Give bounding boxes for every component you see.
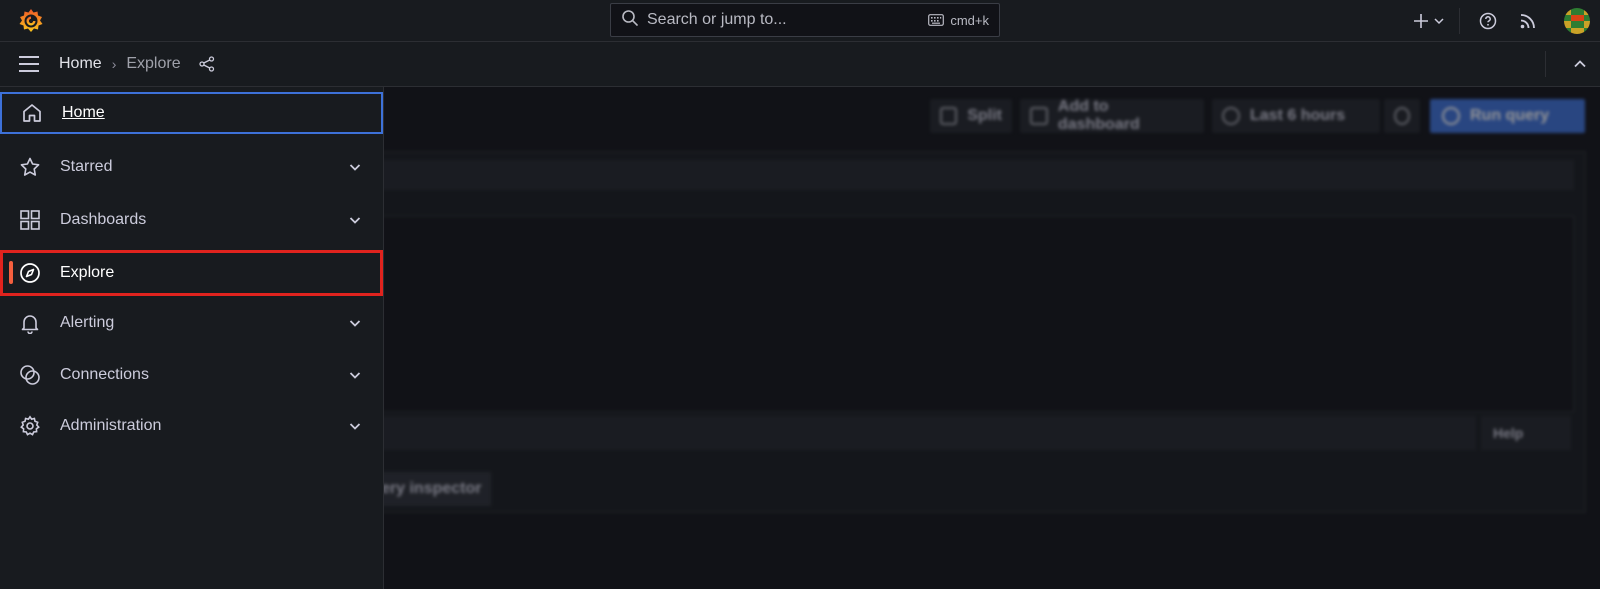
menu-item-administration[interactable]: Administration xyxy=(0,405,383,447)
query-options-bar xyxy=(381,416,1476,450)
rss-icon xyxy=(1520,14,1535,29)
news-button[interactable] xyxy=(1506,12,1550,30)
avatar[interactable] xyxy=(1564,8,1590,34)
menu-item-label: Connections xyxy=(60,366,149,383)
zoom-out-icon xyxy=(1394,107,1410,125)
sync-icon xyxy=(1442,107,1460,125)
split-label: Split xyxy=(967,107,1002,124)
plus-icon xyxy=(1414,14,1428,28)
chevron-down-icon[interactable] xyxy=(345,157,365,177)
apps-icon xyxy=(1030,107,1048,125)
time-range-picker[interactable]: Last 6 hours xyxy=(1212,99,1380,133)
breadcrumb-home[interactable]: Home xyxy=(59,55,102,73)
breadcrumb-right xyxy=(1545,42,1600,86)
chevron-down-icon[interactable] xyxy=(345,365,365,385)
run-query-label: Run query xyxy=(1470,107,1550,124)
clock-icon xyxy=(1222,107,1240,125)
grafana-logo-icon[interactable] xyxy=(17,7,45,35)
query-row-header xyxy=(381,160,1574,190)
menu-item-dashboards[interactable]: Dashboards xyxy=(0,199,383,241)
chevron-down-icon[interactable] xyxy=(345,313,365,333)
split-icon xyxy=(940,107,958,125)
apps-icon xyxy=(18,208,42,232)
divider xyxy=(1545,51,1546,77)
query-panel: Help ery inspector xyxy=(380,151,1586,513)
search-icon xyxy=(621,9,639,32)
menu-item-label: Administration xyxy=(60,417,162,434)
search-input[interactable]: Search or jump to... cmd+k xyxy=(610,3,1000,37)
active-indicator xyxy=(9,261,13,284)
chevron-up-icon xyxy=(1574,60,1586,68)
menu-item-explore[interactable]: Explore xyxy=(0,250,383,296)
help-button[interactable] xyxy=(1470,12,1506,30)
divider xyxy=(1459,8,1460,34)
menu-item-label: Alerting xyxy=(60,314,115,331)
menu-item-label: Explore xyxy=(60,264,115,281)
help-button[interactable]: Help xyxy=(1481,416,1571,450)
chevron-down-icon[interactable] xyxy=(345,416,365,436)
hamburger-icon xyxy=(19,56,39,72)
breadcrumb-separator: › xyxy=(111,56,117,72)
compass-icon xyxy=(18,261,42,285)
new-button[interactable] xyxy=(1409,13,1449,29)
query-inspector-button[interactable]: ery inspector xyxy=(381,472,491,506)
query-editor[interactable] xyxy=(381,216,1574,412)
run-query-button[interactable]: Run query xyxy=(1430,99,1585,133)
breadcrumb-current: Explore xyxy=(126,55,181,72)
menu-item-label: Starred xyxy=(60,158,113,175)
gear-icon xyxy=(18,414,42,438)
bell-icon xyxy=(18,311,42,335)
split-button[interactable]: Split xyxy=(930,99,1012,133)
query-inspector-label: ery inspector xyxy=(381,480,482,497)
top-right-actions xyxy=(1409,0,1600,42)
help-label: Help xyxy=(1493,425,1524,441)
top-bar: Search or jump to... cmd+k xyxy=(0,0,1600,42)
collapse-button[interactable] xyxy=(1560,57,1600,71)
menu-item-label: Dashboards xyxy=(60,211,147,228)
chevron-down-icon xyxy=(1434,18,1444,25)
menu-item-label: Home xyxy=(62,104,105,121)
menu-item-home[interactable]: Home xyxy=(0,92,383,134)
star-icon xyxy=(18,155,42,179)
menu-item-connections[interactable]: Connections xyxy=(0,354,383,396)
time-range-label: Last 6 hours xyxy=(1250,107,1346,124)
search-placeholder: Search or jump to... xyxy=(647,11,787,28)
home-icon xyxy=(20,101,44,125)
menu-item-starred[interactable]: Starred xyxy=(0,146,383,188)
keyboard-icon xyxy=(928,14,945,26)
mega-menu: Home Starred Dashboards Explore Alerting xyxy=(0,87,384,589)
breadcrumb: Home › Explore xyxy=(0,42,1600,87)
search-shortcut: cmd+k xyxy=(928,13,989,28)
share-button[interactable] xyxy=(198,56,215,72)
add-to-dashboard-label: Add to dashboard xyxy=(1057,98,1140,133)
menu-item-alerting[interactable]: Alerting xyxy=(0,302,383,344)
connections-icon xyxy=(18,363,42,387)
menu-toggle-button[interactable] xyxy=(17,52,41,76)
search-shortcut-label: cmd+k xyxy=(950,12,989,28)
help-icon xyxy=(1479,12,1497,30)
zoom-out-button[interactable] xyxy=(1384,99,1420,133)
add-to-dashboard-button[interactable]: Add to dashboard xyxy=(1020,98,1204,133)
share-icon xyxy=(198,56,214,72)
chevron-down-icon[interactable] xyxy=(345,210,365,230)
